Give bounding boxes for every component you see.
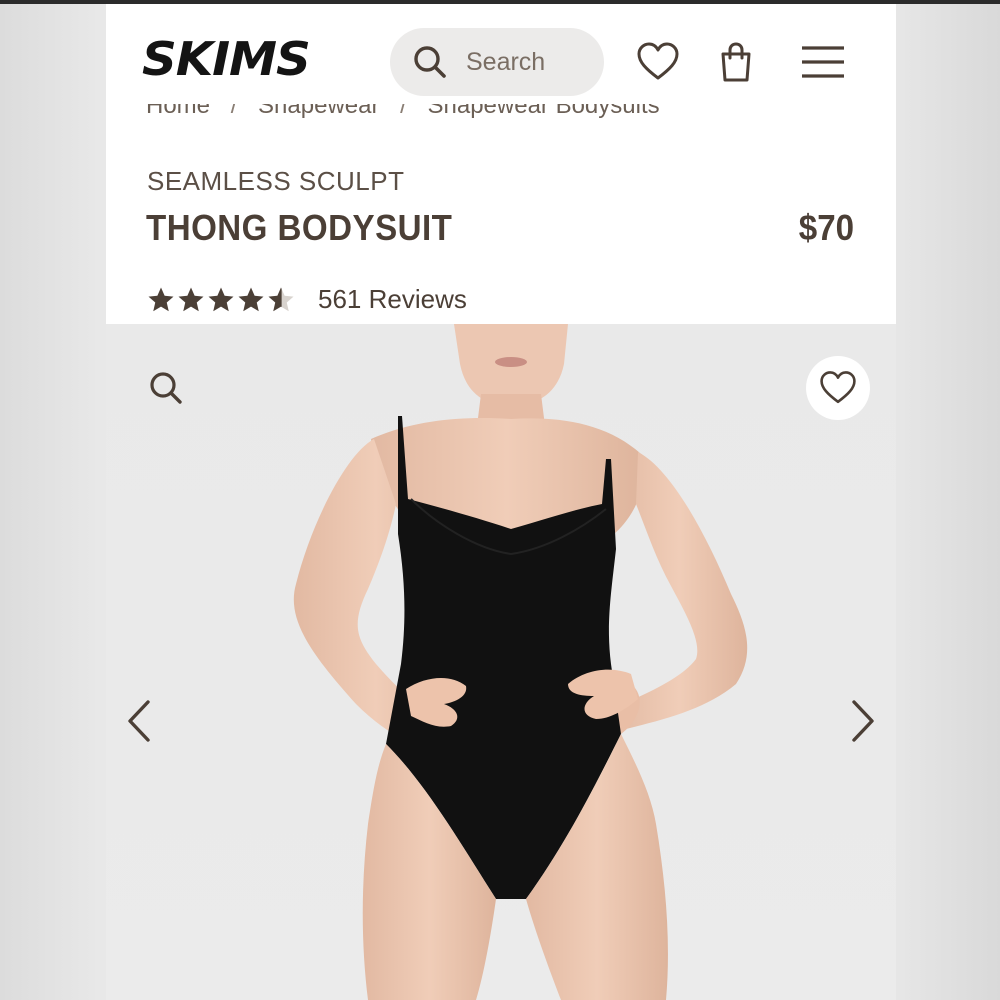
product-photo bbox=[293, 324, 748, 1000]
product-rating[interactable]: 561 Reviews bbox=[146, 284, 467, 315]
star-rating bbox=[146, 285, 296, 315]
search-bar[interactable]: Search bbox=[390, 28, 604, 96]
zoom-icon bbox=[150, 372, 182, 404]
star-full-icon bbox=[238, 287, 264, 311]
heart-icon bbox=[637, 42, 679, 80]
breadcrumb: Home / Shapewear / Shapewear Bodysuits bbox=[146, 104, 846, 132]
product-image-gallery[interactable] bbox=[106, 324, 896, 1000]
site-header: SKIMS Search bbox=[106, 4, 896, 108]
zoom-button[interactable] bbox=[134, 356, 198, 420]
breadcrumb-shapewear-bodysuits[interactable]: Shapewear Bodysuits bbox=[427, 104, 659, 119]
search-icon bbox=[414, 46, 446, 78]
brand-logo[interactable]: SKIMS bbox=[142, 32, 311, 86]
hamburger-menu-icon bbox=[802, 46, 844, 78]
product-price: $70 bbox=[798, 207, 854, 248]
next-image-button[interactable] bbox=[842, 696, 882, 746]
breadcrumb-separator: / bbox=[400, 104, 407, 119]
reviews-link[interactable]: 561 Reviews bbox=[318, 284, 467, 315]
product-collection: SEAMLESS SCULPT bbox=[147, 166, 405, 196]
product-title: THONG BODYSUIT bbox=[146, 207, 453, 248]
wishlist-button[interactable] bbox=[636, 40, 680, 84]
star-full-icon bbox=[208, 287, 234, 311]
chevron-left-icon bbox=[128, 700, 150, 742]
chevron-right-icon bbox=[852, 700, 874, 742]
star-full-icon bbox=[178, 287, 204, 311]
previous-image-button[interactable] bbox=[120, 696, 160, 746]
gallery-wishlist-button[interactable] bbox=[806, 356, 870, 420]
search-placeholder: Search bbox=[466, 47, 546, 76]
product-page: SKIMS Search Home / Shapewear / Shapewea… bbox=[106, 4, 896, 1000]
wishlist-heart-icon bbox=[820, 371, 856, 404]
breadcrumb-home[interactable]: Home bbox=[146, 104, 210, 119]
cart-button[interactable] bbox=[714, 40, 758, 84]
star-half-icon bbox=[268, 287, 294, 311]
shopping-bag-icon bbox=[721, 42, 751, 82]
menu-button[interactable] bbox=[800, 40, 844, 84]
star-full-icon bbox=[148, 287, 174, 311]
breadcrumb-shapewear[interactable]: Shapewear bbox=[258, 104, 379, 119]
breadcrumb-separator: / bbox=[230, 104, 238, 119]
